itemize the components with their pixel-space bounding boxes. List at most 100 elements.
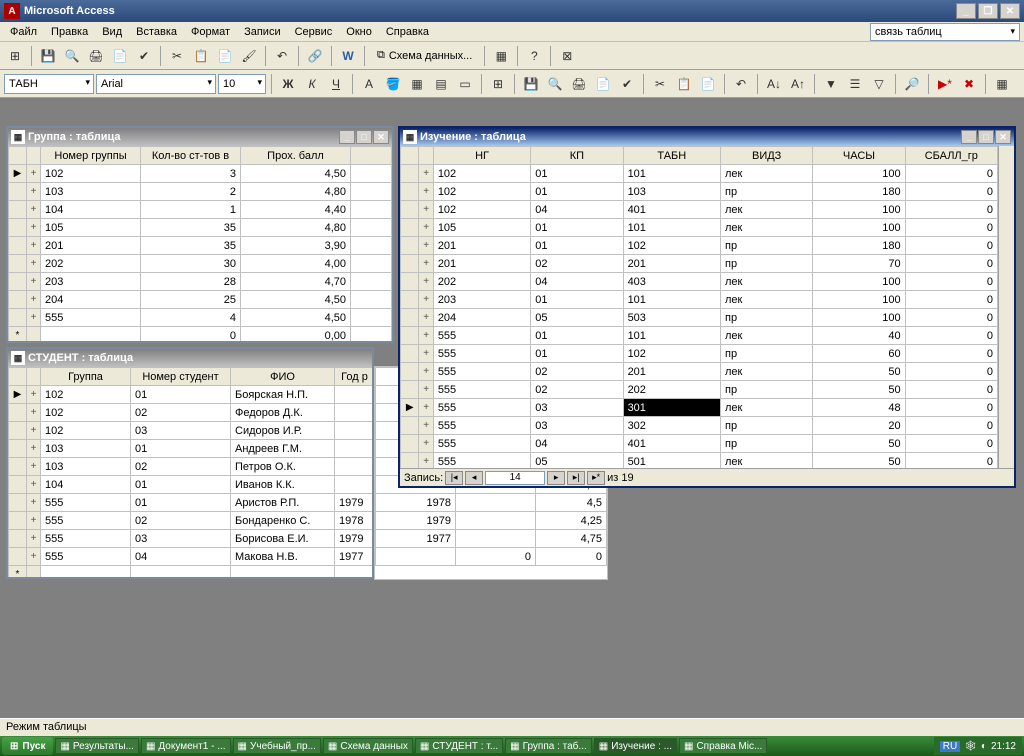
nav-new[interactable]: ▸* [587, 471, 605, 485]
new-object-button[interactable]: ▦ [490, 45, 512, 67]
fontcolor-button[interactable]: A [358, 73, 380, 95]
menu-records[interactable]: Записи [238, 24, 287, 40]
spell-button[interactable]: ✔ [133, 45, 155, 67]
window-group-max[interactable]: □ [356, 130, 372, 144]
start-button[interactable]: ⊞ Пуск [2, 737, 53, 755]
undo-button[interactable]: ↶ [271, 45, 293, 67]
nav-next[interactable]: ▸ [547, 471, 565, 485]
italic-button[interactable]: К [301, 73, 323, 95]
new-rec-button[interactable]: ▶* [934, 73, 956, 95]
word-button[interactable]: W [337, 45, 359, 67]
find-button[interactable]: 🔎 [901, 73, 923, 95]
restore-button[interactable]: ❐ [978, 3, 998, 19]
taskbar-item[interactable]: ▦Группа : таб... [505, 738, 592, 754]
nav-first[interactable]: |◂ [445, 471, 463, 485]
tray-icon2[interactable]: ◐ [981, 741, 987, 752]
system-tray[interactable]: RU 🕸 ◐ 21:12 [934, 737, 1022, 755]
menu-window[interactable]: Окно [340, 24, 378, 40]
save2-button[interactable]: 💾 [520, 73, 542, 95]
view2-button[interactable]: ⊞ [487, 73, 509, 95]
preview2-button[interactable]: 📄 [592, 73, 614, 95]
bold-button[interactable]: Ж [277, 73, 299, 95]
cut2-button[interactable]: ✂ [649, 73, 671, 95]
taskbar-item[interactable]: ▦Результаты... [55, 738, 138, 754]
study-scrollbar[interactable] [998, 146, 1014, 468]
search-button[interactable]: 🔍 [61, 45, 83, 67]
special-button[interactable]: ▭ [454, 73, 476, 95]
undo2-button[interactable]: ↶ [730, 73, 752, 95]
menu-view[interactable]: Вид [96, 24, 128, 40]
copy2-button[interactable]: 📋 [673, 73, 695, 95]
search2-button[interactable]: 🔍 [544, 73, 566, 95]
nav-position[interactable]: 14 [485, 471, 545, 485]
taskbar-item[interactable]: ▦Изучение : ... [594, 738, 677, 754]
font-combo[interactable]: Arial [96, 74, 216, 94]
nav-prev[interactable]: ◂ [465, 471, 483, 485]
print2-button[interactable]: 🖨 [568, 73, 590, 95]
filter-toggle-button[interactable]: ▽ [868, 73, 890, 95]
taskbar-item[interactable]: ▦Документ1 - ... [141, 738, 231, 754]
print-button[interactable]: 🖨 [85, 45, 107, 67]
grid-button[interactable]: ▤ [430, 73, 452, 95]
window-group[interactable]: ▦ Группа : таблица _ □ ✕ Номер группы Ко… [6, 126, 394, 343]
taskbar-item[interactable]: ▦Справка Mic... [679, 738, 767, 754]
taskbar-item[interactable]: ▦Учебный_пр... [233, 738, 321, 754]
relationships-button[interactable]: ⧉ Схема данных... [370, 45, 479, 67]
spell2-button[interactable]: ✔ [616, 73, 638, 95]
link-button[interactable]: 🔗 [304, 45, 326, 67]
nav-last[interactable]: ▸| [567, 471, 585, 485]
save-button[interactable]: 💾 [37, 45, 59, 67]
filter-sel-button[interactable]: ▼ [820, 73, 842, 95]
help-search-input[interactable]: связь таблиц▾ [870, 23, 1020, 41]
menu-help[interactable]: Справка [380, 24, 435, 40]
taskbar-item[interactable]: ▦Схема данных [323, 738, 413, 754]
cut-button[interactable]: ✂ [166, 45, 188, 67]
window-group-titlebar[interactable]: ▦ Группа : таблица _ □ ✕ [8, 128, 392, 146]
window-study-max[interactable]: □ [978, 130, 994, 144]
window-student-titlebar[interactable]: ▦ СТУДЕНТ : таблица [8, 349, 372, 367]
underline-button[interactable]: Ч [325, 73, 347, 95]
window-study-min[interactable]: _ [961, 130, 977, 144]
app-icon: A [4, 3, 20, 19]
menubar: Файл Правка Вид Вставка Формат Записи Се… [0, 22, 1024, 42]
window-student[interactable]: ▦ СТУДЕНТ : таблица Группа Номер студент… [6, 347, 374, 579]
menu-insert[interactable]: Вставка [130, 24, 183, 40]
window-group-min[interactable]: _ [339, 130, 355, 144]
taskbar-item-icon: ▦ [510, 741, 519, 752]
window-group-close[interactable]: ✕ [373, 130, 389, 144]
fillcolor-button[interactable]: 🪣 [382, 73, 404, 95]
view-button[interactable]: ⊞ [4, 45, 26, 67]
del-rec-button[interactable]: ✖ [958, 73, 980, 95]
menu-service[interactable]: Сервис [289, 24, 339, 40]
table-study[interactable]: НГ КП ТАБН ВИДЗ ЧАСЫ СБАЛЛ_гр +10201101л… [400, 146, 998, 468]
fontsize-combo[interactable]: 10 [218, 74, 266, 94]
copy-button[interactable]: 📋 [190, 45, 212, 67]
object-combo[interactable]: ТАБН [4, 74, 94, 94]
window-study-close[interactable]: ✕ [995, 130, 1011, 144]
format-painter-button[interactable]: 🖌 [238, 45, 260, 67]
taskbar-item[interactable]: ▦СТУДЕНТ : т... [415, 738, 503, 754]
table-group[interactable]: Номер группы Кол-во ст-тов в Прох. балл … [8, 146, 392, 341]
close-window-button[interactable]: ⊠ [556, 45, 578, 67]
window-study[interactable]: ▦ Изучение : таблица _ □ ✕ НГ КП [398, 126, 1016, 488]
sort-asc-button[interactable]: A↓ [763, 73, 785, 95]
window-study-titlebar[interactable]: ▦ Изучение : таблица _ □ ✕ [400, 128, 1014, 146]
taskbar-item-icon: ▦ [146, 741, 155, 752]
taskbar-item-icon: ▦ [60, 741, 69, 752]
menu-format[interactable]: Формат [185, 24, 236, 40]
menu-file[interactable]: Файл [4, 24, 43, 40]
paste2-button[interactable]: 📄 [697, 73, 719, 95]
menu-edit[interactable]: Правка [45, 24, 94, 40]
table-student[interactable]: Группа Номер студент ФИО Год р ▶+10201Бо… [8, 367, 372, 577]
preview-button[interactable]: 📄 [109, 45, 131, 67]
paste-button[interactable]: 📄 [214, 45, 236, 67]
close-button[interactable]: ✕ [1000, 3, 1020, 19]
db-window-button[interactable]: ▦ [991, 73, 1013, 95]
lang-indicator[interactable]: RU [940, 741, 960, 752]
help-button[interactable]: ? [523, 45, 545, 67]
border-button[interactable]: ▦ [406, 73, 428, 95]
sort-desc-button[interactable]: A↑ [787, 73, 809, 95]
tray-icon[interactable]: 🕸 [964, 741, 977, 752]
filter-form-button[interactable]: ☰ [844, 73, 866, 95]
minimize-button[interactable]: _ [956, 3, 976, 19]
